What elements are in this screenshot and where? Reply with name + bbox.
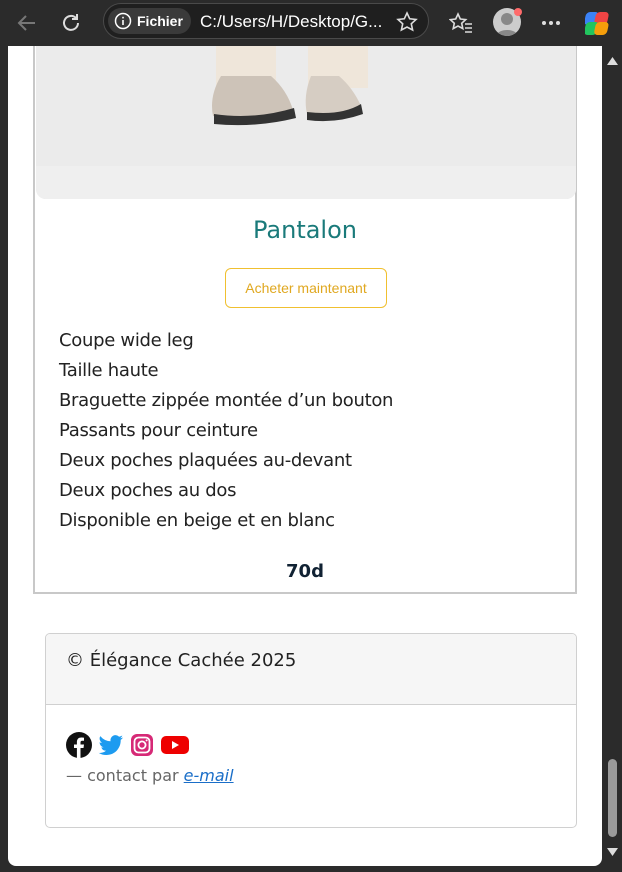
scroll-down-icon[interactable] (606, 847, 619, 857)
site-info-button[interactable]: Fichier (108, 8, 191, 34)
site-footer: © Élégance Cachée 2025 — contact par e-m… (45, 633, 577, 828)
feature-item: Disponible en beige et en blanc (59, 510, 335, 531)
refresh-icon[interactable] (56, 8, 86, 38)
page-viewport: Pantalon Acheter maintenant Coupe wide l… (8, 46, 602, 866)
youtube-icon[interactable] (160, 734, 190, 760)
buy-now-button[interactable]: Acheter maintenant (225, 268, 387, 308)
info-icon (114, 12, 132, 30)
contact-prefix: — contact par (66, 766, 184, 785)
favorite-star-icon[interactable] (396, 11, 418, 37)
scrollbar-thumb[interactable] (608, 759, 617, 837)
feature-list: Coupe wide leg Taille haute Braguette zi… (59, 326, 393, 536)
twitter-icon[interactable] (98, 733, 124, 761)
more-icon[interactable] (536, 8, 566, 38)
product-card: Pantalon Acheter maintenant Coupe wide l… (33, 46, 577, 594)
vertical-scrollbar[interactable] (603, 46, 622, 866)
scroll-up-icon[interactable] (606, 56, 619, 66)
product-title: Pantalon (253, 216, 357, 244)
info-label: Fichier (137, 13, 183, 29)
copilot-icon[interactable] (584, 8, 614, 38)
product-price: 70d (286, 561, 324, 582)
notification-dot (514, 8, 522, 16)
feature-item: Taille haute (59, 360, 159, 381)
instagram-icon[interactable] (130, 733, 154, 761)
social-links (66, 732, 190, 762)
facebook-icon[interactable] (66, 732, 92, 762)
url-text[interactable]: C:/Users/H/Desktop/G... (200, 12, 396, 32)
contact-line: — contact par e-mail (66, 766, 234, 785)
feature-item: Braguette zippée montée d’un bouton (59, 390, 394, 411)
product-image (36, 46, 576, 199)
email-link[interactable]: e-mail (184, 766, 234, 785)
feature-item: Deux poches au dos (59, 480, 237, 501)
feature-item: Passants pour ceinture (59, 420, 258, 441)
back-icon[interactable] (12, 8, 42, 38)
feature-item: Coupe wide leg (59, 330, 194, 351)
browser-toolbar: Fichier C:/Users/H/Desktop/G... (0, 0, 622, 46)
feature-item: Deux poches plaquées au-devant (59, 450, 352, 471)
favorites-icon[interactable] (446, 8, 476, 38)
footer-copyright: © Élégance Cachée 2025 (46, 634, 576, 705)
address-bar[interactable]: Fichier C:/Users/H/Desktop/G... (103, 3, 429, 39)
